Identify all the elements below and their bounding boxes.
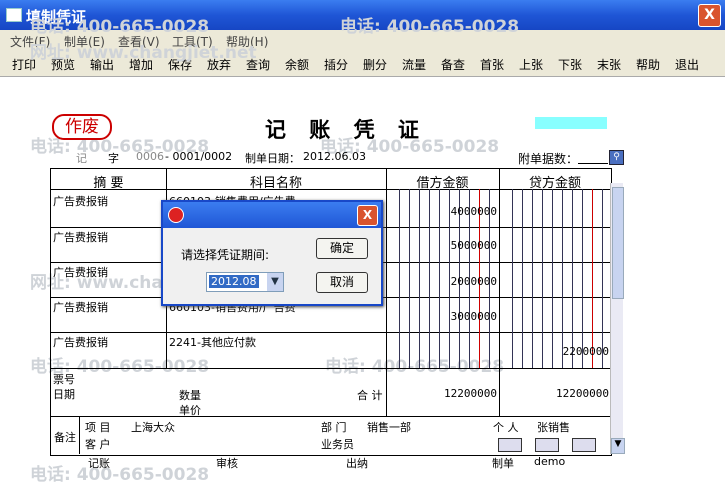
toolbar-help-button[interactable]: 帮助 <box>636 56 660 73</box>
toolbar-prev-button[interactable]: 上张 <box>519 56 543 73</box>
row-debit[interactable]: 3000000 <box>386 310 497 323</box>
voucher-number-prefix[interactable]: 0006 <box>136 150 164 163</box>
ticket-no-label: 票号 <box>53 373 75 386</box>
toolbar-export-button[interactable]: 输出 <box>90 56 114 73</box>
project-label: 项 目 <box>85 421 111 434</box>
toolbar-delete-row-button[interactable]: 删分 <box>363 56 387 73</box>
footer-maker-value: demo <box>534 455 566 468</box>
row-summary[interactable]: 广告费报销 <box>53 264 108 280</box>
department-label: 部 门 <box>321 421 347 434</box>
dialog-prompt: 请选择凭证期间: <box>181 248 270 262</box>
voucher-date[interactable]: 2012.06.03 <box>303 150 366 163</box>
window-close-button[interactable]: X <box>698 4 721 27</box>
row-summary[interactable]: 广告费报销 <box>53 229 108 245</box>
toolbar-save-button[interactable]: 保存 <box>168 56 192 73</box>
toolbar-exit-button[interactable]: 退出 <box>675 56 699 73</box>
card-icon[interactable] <box>535 438 559 452</box>
department-value[interactable]: 销售一部 <box>367 419 411 435</box>
person-value[interactable]: 张销售 <box>537 419 570 435</box>
menu-bar: 文件(F) 制单(E) 查看(V) 工具(T) 帮助(H) <box>0 30 725 50</box>
toolbar: 打印 预览 输出 增加 保存 放弃 查询 余额 插分 删分 流量 备查 首张 上… <box>0 50 725 77</box>
voucher-number: - 0001/0002 <box>165 150 233 163</box>
row-summary[interactable]: 广告费报销 <box>53 334 108 350</box>
total-credit: 12200000 <box>556 387 609 400</box>
header-debit: 借方金额 <box>416 176 469 191</box>
toolbar-discard-button[interactable]: 放弃 <box>207 56 231 73</box>
voucher-word-label: 记 <box>76 152 87 165</box>
header-credit: 贷方金额 <box>528 176 581 191</box>
search-icon[interactable]: ⚲ <box>609 150 624 165</box>
row-debit[interactable]: 4000000 <box>386 205 497 218</box>
voucher-zi-label: 字 <box>108 152 119 165</box>
void-stamp: 作废 <box>52 114 112 140</box>
attach-count-input[interactable] <box>578 149 608 164</box>
scrollbar-thumb[interactable] <box>612 187 624 299</box>
period-select-dialog: X 请选择凭证期间: 2012.08 ▼ 确定 取消 <box>161 200 383 306</box>
quantity-label: 数量 <box>179 389 201 402</box>
total-debit: 12200000 <box>444 387 497 400</box>
toolbar-last-button[interactable]: 末张 <box>597 56 621 73</box>
attach-count-label: 附单据数： <box>518 152 579 166</box>
toolbar-insert-row-button[interactable]: 插分 <box>324 56 348 73</box>
toolbar-query-button[interactable]: 查询 <box>246 56 270 73</box>
header-account: 科目名称 <box>249 176 302 191</box>
voucher-title: 记 账 凭 证 <box>265 118 427 142</box>
footer-maker-label: 制单 <box>492 457 514 470</box>
person-label: 个 人 <box>493 421 519 434</box>
menu-tools[interactable]: 工具(T) <box>172 33 213 50</box>
footer-cashier-label: 出纳 <box>346 457 368 470</box>
app-icon <box>6 8 22 22</box>
unit-price-label: 单价 <box>179 404 201 417</box>
toolbar-cashflow-button[interactable]: 流量 <box>402 56 426 73</box>
toolbar-memo-button[interactable]: 备查 <box>441 56 465 73</box>
window-titlebar: 填制凭证 X <box>0 0 725 30</box>
chevron-down-icon[interactable]: ▼ <box>611 438 625 454</box>
footer-audit-label: 审核 <box>216 457 238 470</box>
calculator-icon[interactable] <box>498 438 522 452</box>
project-value[interactable]: 上海大众 <box>131 419 175 435</box>
menu-view[interactable]: 查看(V) <box>118 33 160 50</box>
vertical-scrollbar[interactable]: ▼ <box>610 183 625 454</box>
status-bar-cyan <box>535 117 607 129</box>
toolbar-print-button[interactable]: 打印 <box>12 56 36 73</box>
row-debit[interactable]: 5000000 <box>386 239 497 252</box>
voucher-date-label: 制单日期： <box>245 152 300 165</box>
menu-voucher[interactable]: 制单(E) <box>64 33 105 50</box>
salesman-label: 业务员 <box>321 438 354 451</box>
toolbar-add-button[interactable]: 增加 <box>129 56 153 73</box>
toolbar-first-button[interactable]: 首张 <box>480 56 504 73</box>
row-debit[interactable]: 2000000 <box>386 275 497 288</box>
error-icon <box>168 207 184 223</box>
menu-file[interactable]: 文件(F) <box>10 33 50 50</box>
header-summary: 摘 要 <box>93 176 124 191</box>
customer-label: 客 户 <box>85 438 111 451</box>
period-select-value: 2012.08 <box>209 275 259 288</box>
toolbar-next-button[interactable]: 下张 <box>558 56 582 73</box>
row-summary[interactable]: 广告费报销 <box>53 299 108 315</box>
ticket-date-label: 日期 <box>53 388 75 401</box>
row-credit[interactable]: 2200000 <box>499 345 609 358</box>
total-label: 合 计 <box>357 389 383 402</box>
row-account[interactable]: 2241-其他应付款 <box>169 334 256 350</box>
menu-help[interactable]: 帮助(H) <box>226 33 268 50</box>
dialog-titlebar: X <box>163 202 381 228</box>
toolbar-preview-button[interactable]: 预览 <box>51 56 75 73</box>
ok-button[interactable]: 确定 <box>316 238 368 259</box>
period-select[interactable]: 2012.08 ▼ <box>206 272 284 292</box>
remark-label: 备注 <box>54 431 76 444</box>
window-title: 填制凭证 <box>26 8 87 26</box>
footer-bookkeeping-label: 记账 <box>88 457 110 470</box>
dialog-close-button[interactable]: X <box>357 205 378 226</box>
cancel-button[interactable]: 取消 <box>316 272 368 293</box>
row-summary[interactable]: 广告费报销 <box>53 193 108 209</box>
edit-icon[interactable] <box>572 438 596 452</box>
toolbar-balance-button[interactable]: 余额 <box>285 56 309 73</box>
chevron-down-icon[interactable]: ▼ <box>267 273 283 291</box>
